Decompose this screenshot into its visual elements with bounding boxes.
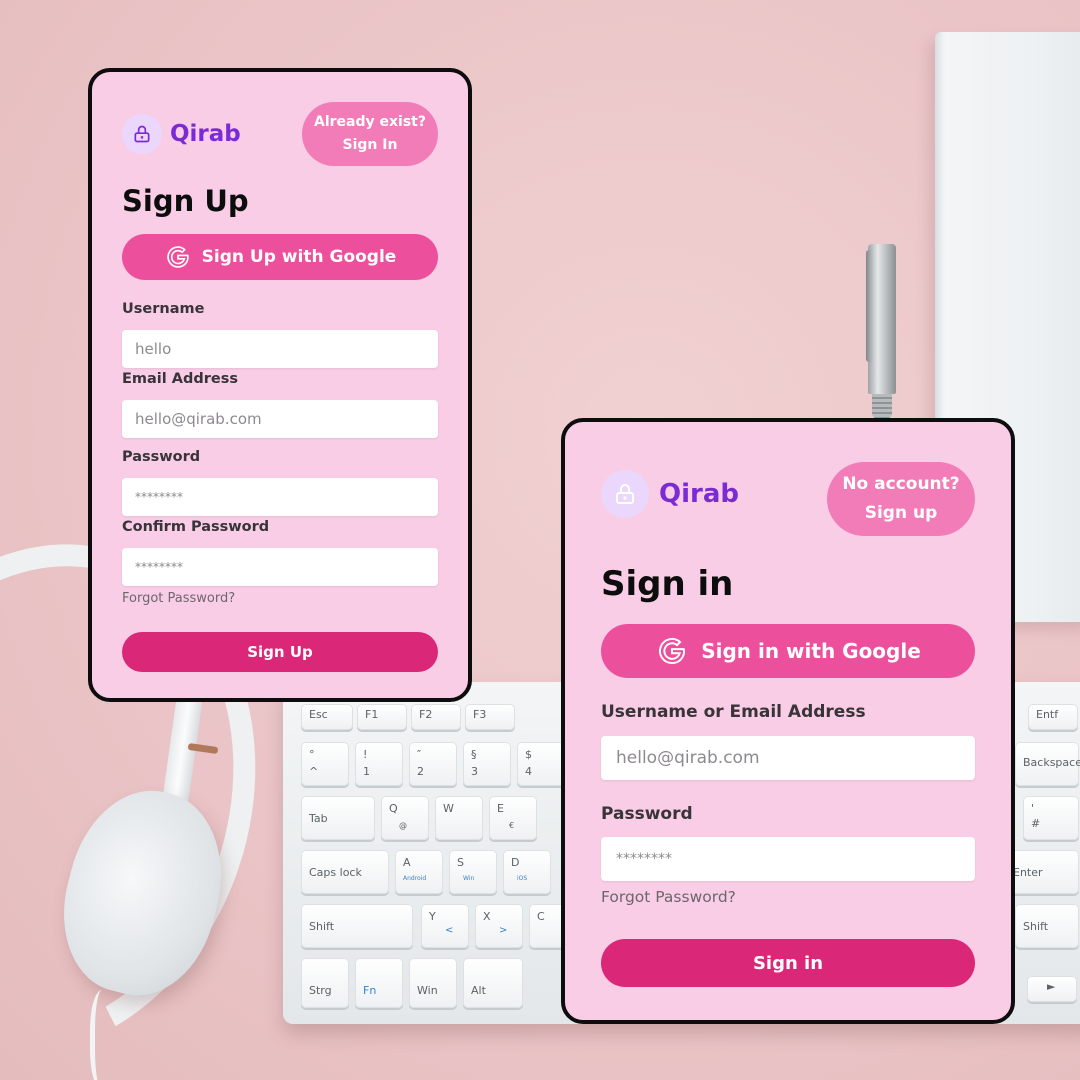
username-email-field[interactable]: hello@qirab.com (601, 736, 975, 780)
password-field[interactable]: ******** (122, 478, 438, 516)
page-title: Sign in (601, 564, 734, 604)
pill-line-1: Already exist? (314, 114, 426, 130)
signin-card: Qirab No account? Sign up Sign in Sign i… (561, 418, 1015, 1024)
brand: Qirab (601, 470, 739, 518)
confirm-password-field[interactable]: ******** (122, 548, 438, 586)
key-entf: Entf (1028, 704, 1078, 730)
username-field[interactable]: hello (122, 330, 438, 368)
forgot-password-link[interactable]: Forgot Password? (122, 591, 235, 606)
lock-icon (601, 470, 649, 518)
pill-line-2: Sign up (864, 503, 938, 523)
key-2: ″ 2 (409, 742, 457, 786)
password-placeholder: ******** (616, 851, 672, 867)
pen (864, 244, 900, 419)
key-f2: F2 (411, 704, 461, 730)
key-enter: Enter (1005, 850, 1079, 894)
username-email-placeholder: hello@qirab.com (616, 748, 760, 768)
key-tab: Tab (301, 796, 375, 840)
page-title: Sign Up (122, 184, 249, 218)
key-x: X > (475, 904, 523, 948)
google-signup-label: Sign Up with Google (201, 247, 397, 267)
key-esc: Esc (301, 704, 353, 730)
password-label: Password (122, 449, 201, 465)
google-icon (655, 634, 689, 668)
pill-line-2: Sign In (342, 137, 398, 153)
google-icon (164, 243, 192, 271)
password-field[interactable]: ******** (601, 837, 975, 881)
key-q: Q @ (381, 796, 429, 840)
key-f3: F3 (465, 704, 515, 730)
key-win: Win (409, 958, 457, 1008)
key-a: A Android (395, 850, 443, 894)
key-degree: ° ^ (301, 742, 349, 786)
key-shift-left: Shift (301, 904, 413, 948)
key-4: $4 (517, 742, 565, 786)
key-f1: F1 (357, 704, 407, 730)
confirm-password-label: Confirm Password (122, 519, 270, 535)
email-label: Email Address (122, 371, 239, 387)
key-d: DiOS (503, 850, 551, 894)
key-w: W (435, 796, 483, 840)
username-value: hello (135, 340, 172, 358)
key-1: ! 1 (355, 742, 403, 786)
signin-submit-button[interactable]: Sign in (601, 939, 975, 987)
key-hash: ' # (1023, 796, 1079, 840)
forgot-password-link[interactable]: Forgot Password? (601, 888, 736, 906)
key-shift-right: Shift (1015, 904, 1079, 948)
key-caps-lock: Caps lock (301, 850, 389, 894)
key-arrow-right: ► (1027, 976, 1077, 1002)
password-placeholder: ******** (135, 490, 183, 504)
email-field[interactable]: hello@qirab.com (122, 400, 438, 438)
google-signup-button[interactable]: Sign Up with Google (122, 234, 438, 280)
signup-submit-button[interactable]: Sign Up (122, 632, 438, 672)
google-signin-button[interactable]: Sign in with Google (601, 624, 975, 678)
key-strg: Strg (301, 958, 349, 1008)
no-account-sign-up-button[interactable]: No account? Sign up (827, 462, 975, 536)
headphone-cable (90, 990, 120, 1080)
pill-line-1: No account? (842, 474, 960, 494)
google-signin-label: Sign in with Google (701, 639, 921, 663)
lock-icon (122, 114, 162, 154)
key-s: S Win (449, 850, 497, 894)
key-y: Y < (421, 904, 469, 948)
key-e: E € (489, 796, 537, 840)
password-label: Password (601, 804, 693, 824)
key-fn: Fn (355, 958, 403, 1008)
email-placeholder: hello@qirab.com (135, 410, 262, 428)
brand-name: Qirab (170, 121, 241, 147)
signup-card: Qirab Already exist? Sign In Sign Up Sig… (88, 68, 472, 702)
already-exist-sign-in-button[interactable]: Already exist? Sign In (302, 102, 438, 166)
username-email-label: Username or Email Address (601, 702, 866, 722)
key-backspace: Backspace (1015, 742, 1080, 786)
brand-name: Qirab (659, 479, 739, 509)
confirm-password-placeholder: ******** (135, 560, 183, 574)
brand: Qirab (122, 114, 241, 154)
username-label: Username (122, 301, 205, 317)
key-3: § 3 (463, 742, 511, 786)
key-alt: Alt (463, 958, 523, 1008)
